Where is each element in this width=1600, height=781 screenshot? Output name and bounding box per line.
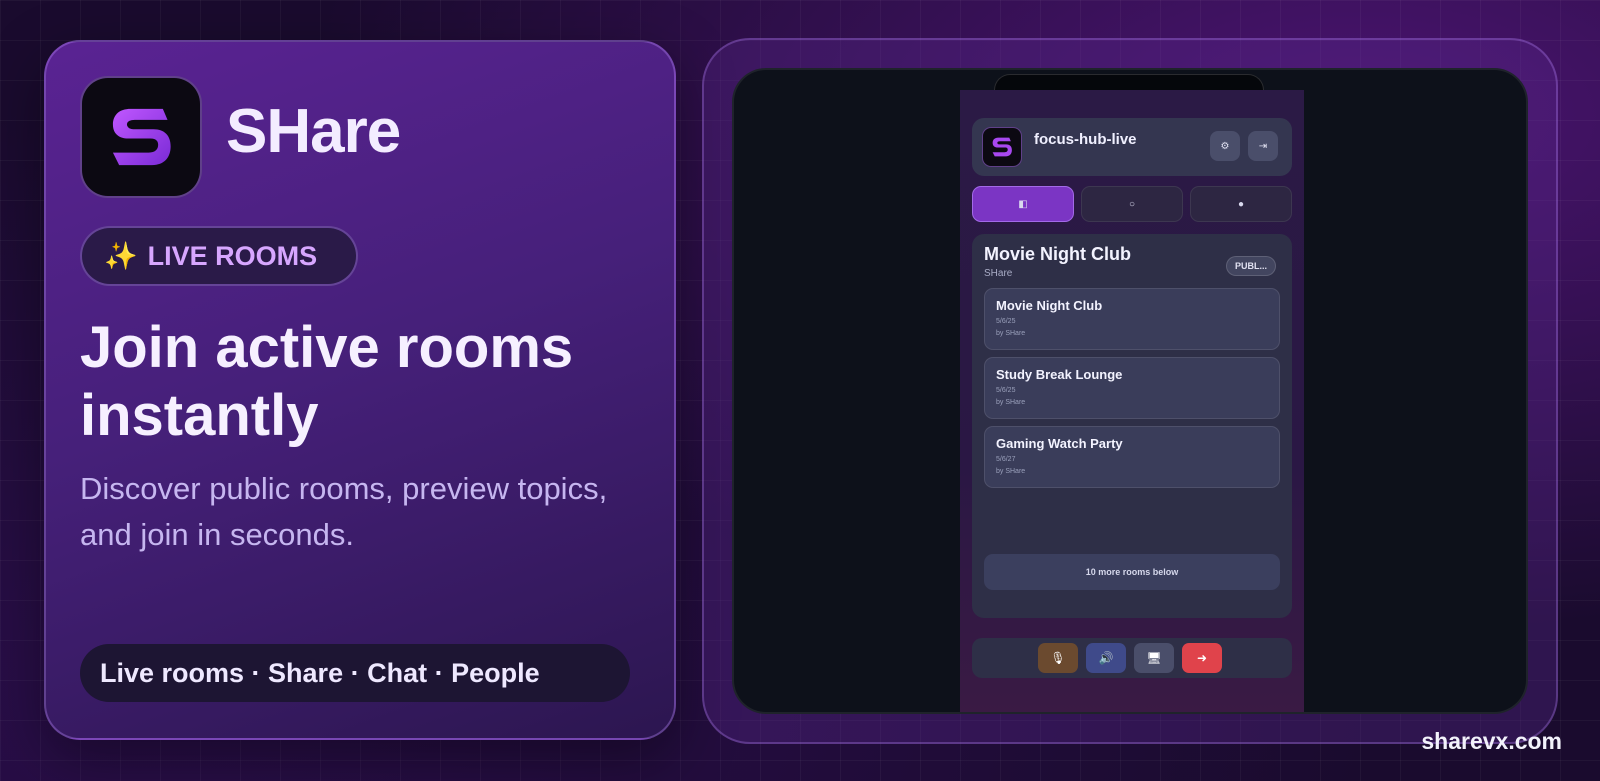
screen-share-button[interactable]: 🖥	[1134, 643, 1174, 673]
more-rooms-button[interactable]: 10 more rooms below	[984, 554, 1280, 590]
feature-bar: Live rooms · Share · Chat · People	[80, 644, 630, 702]
brand-url: sharevx.com	[1421, 728, 1562, 754]
room-id-title: focus-hub-live	[1034, 131, 1137, 148]
tab-bar: ◧ ○ ●	[972, 186, 1292, 222]
visibility-badge[interactable]: PUBL...	[1225, 256, 1276, 276]
people-icon: ●	[1237, 198, 1245, 210]
sparkle-icon: ✨	[104, 241, 138, 271]
room-name: Study Break Lounge	[996, 367, 1123, 382]
header-logo	[982, 127, 1022, 167]
room-owner: by SHare	[996, 468, 1026, 475]
app-logo	[80, 76, 202, 198]
room-name: Movie Night Club	[996, 298, 1103, 313]
subheadline: Discover public rooms, preview topics, a…	[80, 471, 608, 552]
headline: Join active rooms instantly	[80, 315, 574, 448]
badge-label: LIVE ROOMS	[147, 240, 318, 271]
rooms-icon: ◧	[1018, 198, 1028, 210]
speaker-icon: 🔊	[1098, 651, 1114, 665]
live-rooms-badge: ✨ LIVE ROOMS	[80, 226, 358, 286]
gear-icon: ⚙	[1220, 140, 1230, 152]
phone-app: focus-hub-live ⚙ ⇥ ◧ ○ ● Movie Night Clu…	[960, 90, 1304, 712]
room-card[interactable]: Study Break Lounge 5/6/25 by SHare	[984, 357, 1280, 419]
room-owner: by SHare	[996, 399, 1026, 406]
exit-icon: ⇥	[1258, 140, 1268, 152]
mic-icon: 🎙	[1050, 651, 1066, 665]
leave-icon: ➜	[1196, 651, 1208, 665]
speaker-button[interactable]: 🔊	[1086, 643, 1126, 673]
screen-icon: 🖥	[1146, 651, 1162, 665]
room-card[interactable]: Gaming Watch Party 5/6/27 by SHare	[984, 426, 1280, 488]
tab-chat[interactable]: ○	[1081, 186, 1183, 222]
device-frame: focus-hub-live ⚙ ⇥ ◧ ○ ● Movie Night Clu…	[702, 38, 1558, 744]
room-meta: 5/6/27	[996, 456, 1016, 463]
room-name: Gaming Watch Party	[996, 436, 1123, 451]
tab-people[interactable]: ●	[1190, 186, 1292, 222]
app-name: SHare	[226, 97, 401, 166]
share-logo-icon	[112, 108, 171, 166]
room-owner: by SHare	[996, 330, 1026, 337]
control-bar: 🎙 🔊 🖥 ➜	[972, 638, 1292, 678]
room-card[interactable]: Movie Night Club 5/6/25 by SHare	[984, 288, 1280, 350]
device-screen: focus-hub-live ⚙ ⇥ ◧ ○ ● Movie Night Clu…	[732, 68, 1528, 714]
chat-icon: ○	[1128, 198, 1136, 210]
promo-card: SHare ✨ LIVE ROOMS Join active rooms ins…	[44, 40, 676, 740]
panel-title: Movie Night Club	[984, 244, 1131, 264]
settings-button[interactable]: ⚙	[1210, 131, 1240, 161]
rooms-panel: Movie Night Club SHare PUBL... Movie Nig…	[972, 234, 1292, 618]
exit-button[interactable]: ⇥	[1248, 131, 1278, 161]
room-meta: 5/6/25	[996, 318, 1016, 325]
app-header: focus-hub-live ⚙ ⇥	[972, 118, 1292, 176]
room-meta: 5/6/25	[996, 387, 1016, 394]
leave-button[interactable]: ➜	[1182, 643, 1222, 673]
share-logo-icon	[992, 137, 1012, 157]
mic-button[interactable]: 🎙	[1038, 643, 1078, 673]
panel-subtitle: SHare	[984, 268, 1013, 279]
tab-rooms[interactable]: ◧	[972, 186, 1074, 222]
